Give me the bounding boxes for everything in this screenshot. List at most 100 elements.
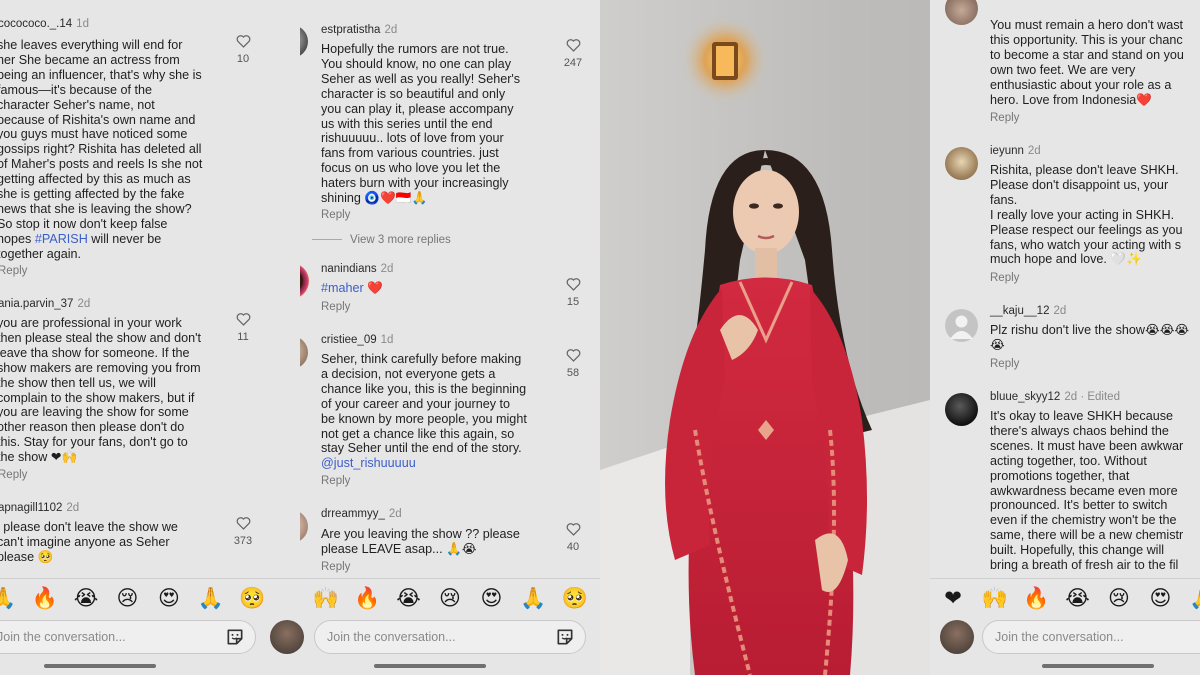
comment-text: i please don't leave the show we can't i… bbox=[0, 520, 178, 564]
like-count: 373 bbox=[233, 535, 253, 547]
like-count: 10 bbox=[236, 53, 250, 65]
comments-panel-middle: estpratistha 2d Hopefully the rumors are … bbox=[300, 0, 600, 675]
comment-input-row: Join the conversation... bbox=[300, 620, 600, 656]
comment-username[interactable]: ieyunn 2d bbox=[990, 144, 1041, 159]
like-count: 247 bbox=[563, 57, 583, 69]
reply-button[interactable]: Reply bbox=[0, 264, 27, 279]
comment-username[interactable]: __kaju__12 2d bbox=[990, 304, 1066, 319]
comment-username[interactable]: estpratistha 2d bbox=[321, 23, 397, 38]
emoji-reaction-button[interactable]: 🙏 bbox=[1189, 585, 1200, 611]
emoji-reaction-button[interactable]: 🥺 bbox=[562, 585, 588, 611]
emoji-reaction-button[interactable]: 😢 bbox=[1106, 585, 1132, 611]
comment-username[interactable]: bluue_skyy12 2d · Edited bbox=[990, 390, 1120, 405]
reply-button[interactable]: Reply bbox=[990, 271, 1019, 286]
emoji-reaction-button[interactable]: 🙏 bbox=[0, 585, 16, 611]
comment-username[interactable]: drreammyy_ 2d bbox=[321, 507, 402, 522]
comment-username[interactable]: cristiee_09 1d bbox=[321, 333, 393, 348]
reply-button[interactable]: Reply bbox=[321, 300, 350, 315]
emoji-reaction-button[interactable]: 😍 bbox=[479, 585, 505, 611]
like-button[interactable]: 373 bbox=[231, 516, 255, 549]
sticker-icon[interactable] bbox=[555, 627, 575, 647]
reply-button[interactable]: Reply bbox=[990, 111, 1019, 126]
like-button[interactable]: 11 bbox=[231, 312, 255, 345]
emoji-reaction-button[interactable]: 🙌 bbox=[313, 585, 339, 611]
emoji-reaction-bar: ❤ 🙌 🔥 😭 😢 😍 🙏 bbox=[930, 578, 1200, 614]
user-avatar[interactable] bbox=[270, 620, 300, 654]
hashtag-link[interactable]: #maher bbox=[321, 281, 364, 295]
view-more-replies-button[interactable]: View 3 more replies bbox=[312, 234, 451, 246]
comment-input[interactable]: Join the conversation... bbox=[0, 620, 256, 654]
heart-icon bbox=[236, 35, 250, 48]
emoji-reaction-button[interactable]: 🙌 bbox=[982, 585, 1008, 611]
emoji-reaction-bar: ❤🙌🔥😭😢😍🙏🥺 bbox=[300, 578, 600, 614]
comment-username[interactable]: cocococo._.14 1d bbox=[0, 17, 89, 32]
emoji-reaction-button[interactable]: 😭 bbox=[73, 585, 99, 611]
emoji-reaction-button[interactable]: 🥺 bbox=[239, 585, 265, 611]
heart-icon bbox=[236, 517, 250, 530]
comment-username[interactable]: ania.parvin_37 2d bbox=[0, 297, 90, 312]
like-button[interactable]: 247 bbox=[561, 38, 585, 71]
mention-link[interactable]: @just_rishuuuuu bbox=[321, 456, 416, 470]
comment-text: You must remain a hero don't wast this o… bbox=[990, 18, 1184, 107]
input-placeholder: Join the conversation... bbox=[0, 630, 126, 644]
reply-button[interactable]: Reply bbox=[0, 468, 27, 483]
comments-panel-left: cocococo._.14 1d she leaves everything wi… bbox=[0, 0, 300, 675]
user-avatar[interactable] bbox=[300, 620, 304, 654]
comment-username[interactable]: apnagill1102 2d bbox=[0, 501, 79, 516]
emoji-reaction-button[interactable]: 😭 bbox=[1065, 585, 1091, 611]
hashtag-link[interactable]: #PARISH bbox=[35, 232, 88, 246]
emoji-reaction-button[interactable]: 🔥 bbox=[1023, 585, 1049, 611]
emoji-reaction-button[interactable]: 😢 bbox=[437, 585, 463, 611]
heart-icon bbox=[566, 39, 580, 52]
heart-icon bbox=[566, 523, 580, 536]
reply-button[interactable]: Reply bbox=[321, 208, 350, 223]
avatar[interactable] bbox=[300, 336, 308, 369]
user-avatar[interactable] bbox=[940, 620, 974, 654]
like-count: 58 bbox=[566, 367, 580, 379]
avatar[interactable] bbox=[945, 147, 978, 180]
avatar[interactable] bbox=[945, 393, 978, 426]
comment-username[interactable]: nanindians 2d bbox=[321, 262, 393, 277]
emoji-reaction-bar: 🙏 🔥 😭 😢 😍 🙏 🥺 bbox=[0, 578, 300, 614]
comments-panel-right: You must remain a hero don't wast this o… bbox=[930, 0, 1200, 675]
like-button[interactable]: 58 bbox=[561, 348, 585, 381]
comment-input[interactable]: Join the conversation... bbox=[982, 620, 1200, 654]
emoji-reaction-button[interactable]: 😭 bbox=[396, 585, 422, 611]
emoji-reaction-button[interactable]: 🔥 bbox=[32, 585, 58, 611]
like-count: 40 bbox=[566, 541, 580, 553]
like-count: 15 bbox=[566, 296, 580, 308]
like-button[interactable]: 40 bbox=[561, 522, 585, 555]
comment-input-row: Join the conversation... bbox=[0, 620, 300, 656]
emoji-reaction-button[interactable]: ❤ bbox=[940, 585, 966, 611]
like-button[interactable]: 15 bbox=[561, 277, 585, 310]
heart-icon bbox=[566, 349, 580, 362]
reply-button[interactable]: Reply bbox=[321, 474, 350, 489]
comment-text: Plz rishu don't live the show😭😭😭 😭 bbox=[990, 323, 1190, 352]
emoji-reaction-button[interactable]: 😍 bbox=[156, 585, 182, 611]
default-avatar-icon[interactable] bbox=[945, 309, 978, 342]
reply-button[interactable]: Reply bbox=[321, 560, 350, 575]
emoji-reaction-button[interactable]: 😢 bbox=[115, 585, 141, 611]
emoji-reaction-button[interactable]: 🙏 bbox=[520, 585, 546, 611]
emoji-reaction-button[interactable]: 😍 bbox=[1148, 585, 1174, 611]
comment-text: #maher ❤️ bbox=[321, 281, 383, 295]
comment-text: she leaves everything will end for her S… bbox=[0, 38, 203, 261]
emoji-reaction-button[interactable]: 🙏 bbox=[198, 585, 224, 611]
sticker-icon[interactable] bbox=[225, 627, 245, 647]
home-indicator bbox=[1042, 664, 1154, 668]
comment-input-row: Join the conversation... bbox=[930, 620, 1200, 656]
avatar[interactable] bbox=[945, 0, 978, 25]
comment-text: Hopefully the rumors are not true. You s… bbox=[321, 42, 521, 206]
avatar-story-ring[interactable] bbox=[300, 263, 309, 299]
comment-text: Are you leaving the show ?? please pleas… bbox=[321, 527, 520, 556]
reply-button[interactable]: Reply bbox=[990, 357, 1019, 372]
photo-illustration bbox=[600, 0, 930, 675]
like-button[interactable]: 10 bbox=[231, 34, 255, 67]
comment-text: Rishita, please don't leave SHKH. Please… bbox=[990, 163, 1183, 267]
avatar[interactable] bbox=[300, 510, 308, 543]
avatar[interactable] bbox=[300, 25, 308, 58]
input-placeholder: Join the conversation... bbox=[327, 630, 456, 644]
comment-input[interactable]: Join the conversation... bbox=[314, 620, 586, 654]
home-indicator bbox=[374, 664, 486, 668]
emoji-reaction-button[interactable]: 🔥 bbox=[354, 585, 380, 611]
